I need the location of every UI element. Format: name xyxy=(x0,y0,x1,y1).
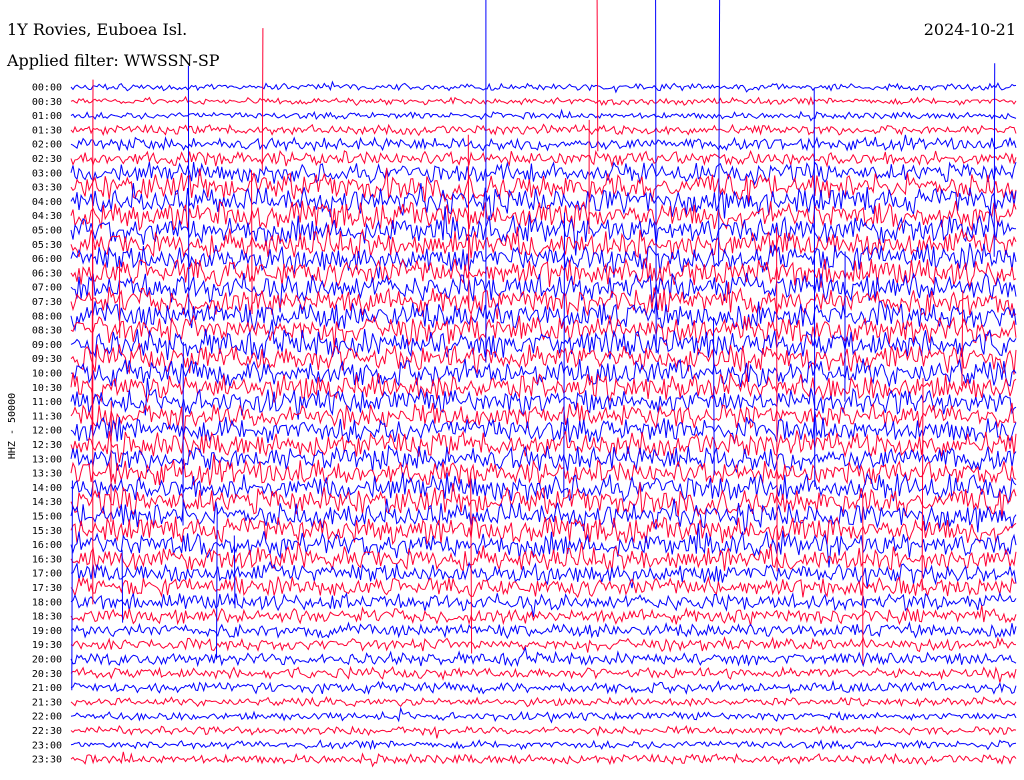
trace-row xyxy=(70,635,1017,653)
row-time-label: 15:00 xyxy=(32,512,62,523)
trace-row xyxy=(70,724,1017,739)
row-time-label: 11:30 xyxy=(32,411,62,422)
row-time-label: 22:30 xyxy=(32,726,62,737)
row-time-label: 16:30 xyxy=(32,554,62,565)
row-time-label: 18:30 xyxy=(32,612,62,623)
row-time-label: 09:30 xyxy=(32,354,62,365)
trace-spike xyxy=(216,507,218,660)
trace-row xyxy=(70,272,1017,313)
row-time-label: 20:00 xyxy=(32,655,62,666)
trace-row xyxy=(70,80,1017,94)
row-time-label: 03:30 xyxy=(32,183,62,194)
row-time-label: 14:30 xyxy=(32,497,62,508)
row-time-label: 19:00 xyxy=(32,626,62,637)
trace-row xyxy=(70,751,1017,768)
trace-row xyxy=(70,706,1017,724)
trace-row xyxy=(70,679,1017,695)
trace-spike xyxy=(233,535,236,609)
row-time-label: 14:00 xyxy=(32,483,62,494)
row-time-label: 02:30 xyxy=(32,154,62,165)
row-time-label: 21:30 xyxy=(32,697,62,708)
trace-row xyxy=(70,411,1017,444)
trace-spike xyxy=(71,480,73,691)
trace-row xyxy=(70,95,1017,107)
row-time-label: 03:00 xyxy=(32,168,62,179)
row-time-label: 01:00 xyxy=(32,111,62,122)
row-time-label: 15:30 xyxy=(32,526,62,537)
row-time-label: 06:30 xyxy=(32,268,62,279)
trace-spike xyxy=(993,63,996,257)
trace-row xyxy=(70,575,1017,599)
trace-row xyxy=(70,695,1017,708)
trace-row xyxy=(70,123,1017,137)
row-time-label: 05:30 xyxy=(32,240,62,251)
row-time-label: 09:00 xyxy=(32,340,62,351)
trace-row xyxy=(70,300,1017,332)
row-time-label: 21:00 xyxy=(32,683,62,694)
row-time-label: 11:00 xyxy=(32,397,62,408)
trace-row xyxy=(70,454,1017,487)
trace-spike xyxy=(470,472,473,654)
row-time-label: 02:00 xyxy=(32,140,62,151)
trace-row xyxy=(70,430,1017,463)
row-time-label: 10:30 xyxy=(32,383,62,394)
trace-spike xyxy=(718,0,721,264)
trace-spike xyxy=(261,28,264,171)
trace-spike xyxy=(776,227,778,572)
trace-spike xyxy=(563,212,565,498)
row-time-label: 19:30 xyxy=(32,640,62,651)
row-time-label: 17:00 xyxy=(32,569,62,580)
trace-spike xyxy=(121,549,124,623)
row-time-label: 00:00 xyxy=(32,83,62,94)
row-time-label: 22:00 xyxy=(32,712,62,723)
row-time-label: 16:00 xyxy=(32,540,62,551)
row-time-label: 23:00 xyxy=(32,740,62,751)
trace-row xyxy=(70,134,1017,153)
trace-row xyxy=(70,621,1017,640)
trace-row xyxy=(70,149,1017,168)
row-time-label: 17:30 xyxy=(32,583,62,594)
trace-spike xyxy=(961,290,964,387)
row-time-label: 00:30 xyxy=(32,97,62,108)
row-time-label: 12:30 xyxy=(32,440,62,451)
row-time-label: 10:00 xyxy=(32,369,62,380)
trace-spike xyxy=(713,317,715,476)
row-time-label: 08:30 xyxy=(32,326,62,337)
trace-row xyxy=(70,665,1017,683)
row-time-label: 06:00 xyxy=(32,254,62,265)
row-time-label: 08:00 xyxy=(32,311,62,322)
trace-spike xyxy=(596,0,599,152)
row-time-label: 13:00 xyxy=(32,454,62,465)
row-time-label: 07:30 xyxy=(32,297,62,308)
row-time-label: 23:30 xyxy=(32,755,62,766)
trace-row xyxy=(70,605,1017,626)
row-time-label: 12:00 xyxy=(32,426,62,437)
row-time-label: 05:00 xyxy=(32,226,62,237)
trace-row xyxy=(70,108,1017,122)
trace-spike xyxy=(467,134,470,309)
trace-spike xyxy=(921,378,924,592)
trace-row xyxy=(70,739,1017,751)
row-time-label: 01:30 xyxy=(32,125,62,136)
row-time-label: 13:30 xyxy=(32,469,62,480)
row-time-label: 18:00 xyxy=(32,597,62,608)
trace-spike xyxy=(655,0,657,354)
trace-spike xyxy=(813,88,816,487)
row-time-label: 07:00 xyxy=(32,283,62,294)
trace-spike xyxy=(251,170,253,315)
helicorder-plot: 00:00 00:30 01:00 01:30 02:00 02:30 03:00 03:30… xyxy=(32,0,1017,768)
row-time-label: 20:30 xyxy=(32,669,62,680)
row-time-label: 04:30 xyxy=(32,211,62,222)
row-time-label: 04:00 xyxy=(32,197,62,208)
